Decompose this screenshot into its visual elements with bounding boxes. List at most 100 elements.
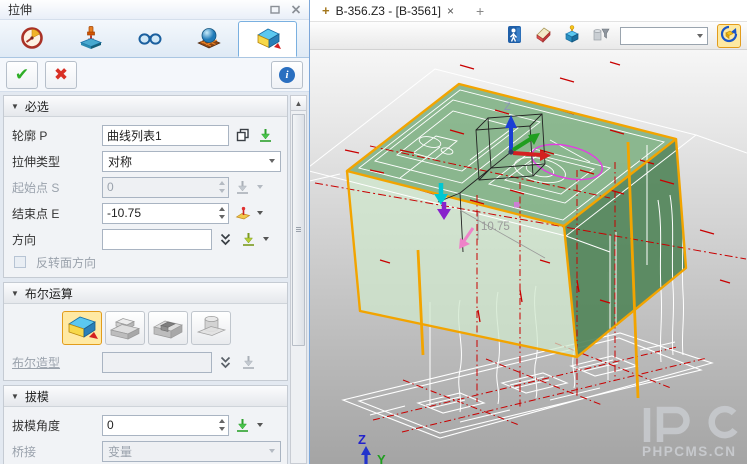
end-point-input[interactable] xyxy=(102,203,229,224)
ok-button[interactable]: ✔ xyxy=(6,61,38,89)
direction-caret-icon[interactable] xyxy=(263,237,269,241)
tab-sphere[interactable] xyxy=(179,21,238,57)
start-point-spinner xyxy=(102,177,229,198)
triad-y-label: Y xyxy=(377,452,386,464)
exit-button[interactable] xyxy=(504,26,524,46)
pin-box-button[interactable] xyxy=(562,26,582,46)
collapse-icon: ▼ xyxy=(11,102,19,111)
start-point-input[interactable] xyxy=(102,177,229,198)
chevron-down-icon xyxy=(269,449,275,453)
draft-angle-row: 拔模角度 xyxy=(12,412,281,438)
boolean-remove-button[interactable] xyxy=(148,311,188,345)
double-chevron-icon[interactable] xyxy=(216,230,235,249)
view-filter-combobox[interactable] xyxy=(620,27,708,45)
pick-profile-icon[interactable] xyxy=(256,126,275,145)
section-required-header[interactable]: ▼ 必选 xyxy=(4,96,287,117)
boolean-add-button[interactable] xyxy=(105,311,145,345)
viewport: + B-356.Z3 - [B-3561] × + xyxy=(310,0,747,464)
glasses-icon xyxy=(137,25,163,54)
tab-glasses[interactable] xyxy=(120,21,179,57)
filter-button[interactable] xyxy=(591,26,611,46)
draft-angle-label: 拔模角度 xyxy=(12,417,98,434)
direction-label: 方向 xyxy=(12,231,98,248)
profile-row: 轮廓 P xyxy=(12,122,281,148)
document-tab-title: B-356.Z3 - [B-3561] xyxy=(336,4,441,18)
tab-stamp[interactable] xyxy=(61,21,120,57)
cancel-button[interactable]: ✖ xyxy=(45,61,77,89)
double-chevron-icon[interactable] xyxy=(216,353,235,372)
base-op-icon xyxy=(65,313,99,344)
info-icon: i xyxy=(279,67,295,83)
extrude-type-row: 拉伸类型 对称 xyxy=(12,148,281,174)
viewport-toolbar xyxy=(310,22,747,50)
info-button[interactable]: i xyxy=(271,61,303,89)
end-spin-arrows[interactable] xyxy=(216,204,228,223)
view-orient-button[interactable] xyxy=(717,24,741,48)
section-draft-header[interactable]: ▼ 拔模 xyxy=(4,386,287,407)
start-point-row: 起始点 S xyxy=(12,174,281,200)
exit-icon xyxy=(506,25,523,47)
boolean-intersect-button[interactable] xyxy=(191,311,231,345)
sphere-icon xyxy=(196,25,222,54)
scrollbar-thumb[interactable] xyxy=(292,114,305,346)
end-point-label: 结束点 E xyxy=(12,205,98,222)
draft-angle-input[interactable] xyxy=(102,415,229,436)
pick-direction-icon[interactable] xyxy=(239,230,258,249)
view-orient-icon xyxy=(720,25,738,46)
extrude-dialog: 拉伸 xyxy=(0,0,310,464)
tab-close-icon[interactable]: × xyxy=(447,4,454,18)
triad-z-label: Z xyxy=(358,432,366,447)
dialog-titlebar: 拉伸 xyxy=(0,0,309,20)
flip-face-checkbox[interactable] xyxy=(14,256,26,268)
flip-face-row: 反转面方向 xyxy=(12,252,281,272)
erase-button[interactable] xyxy=(533,26,553,46)
profile-input[interactable] xyxy=(102,125,229,146)
pink-handle-square[interactable] xyxy=(514,202,520,208)
point-on-plane-icon[interactable] xyxy=(233,204,252,223)
direction-input[interactable] xyxy=(102,229,212,250)
section-required-title: 必选 xyxy=(25,98,49,115)
watermark-text: PHPCMS.CN xyxy=(642,444,737,459)
section-required: ▼ 必选 轮廓 P xyxy=(3,95,288,278)
extrude-type-select[interactable]: 对称 xyxy=(102,151,281,172)
scrollbar-up-button[interactable]: ▲ xyxy=(291,96,306,111)
pick-draft-icon[interactable] xyxy=(233,416,252,435)
dimension-text: 10.75 xyxy=(481,221,510,233)
form-scrollbar[interactable]: ▲ xyxy=(290,95,307,464)
tab-extrude[interactable] xyxy=(238,21,297,57)
document-tab-bar: + B-356.Z3 - [B-3561] × + xyxy=(310,0,747,22)
flip-face-label: 反转面方向 xyxy=(36,254,96,271)
draft-caret-icon[interactable] xyxy=(257,423,263,427)
tab-pin-icon[interactable]: + xyxy=(322,3,330,18)
start-spin-arrows[interactable] xyxy=(216,178,228,197)
document-tab-active[interactable]: + B-356.Z3 - [B-3561] × xyxy=(310,0,464,22)
dialog-title: 拉伸 xyxy=(8,1,263,18)
bridge-label: 桥接 xyxy=(12,443,98,460)
boolean-shape-label[interactable]: 布尔造型 xyxy=(12,354,98,371)
eraser-icon xyxy=(534,25,552,46)
new-tab-button[interactable]: + xyxy=(464,3,496,19)
boolean-base-button[interactable] xyxy=(62,311,102,345)
app-window: 拉伸 xyxy=(0,0,747,464)
section-required-body: 轮廓 P 拉伸类型 xyxy=(4,117,287,277)
dialog-action-row: ✔ ✖ i xyxy=(0,58,309,92)
section-boolean-header[interactable]: ▼ 布尔运算 xyxy=(4,283,287,304)
model-canvas[interactable]: Z xyxy=(310,50,747,464)
stamp-icon xyxy=(78,25,104,54)
window-close-button[interactable] xyxy=(287,3,305,17)
scene-3d: Z xyxy=(310,50,747,464)
manipulator-axis-label: Z xyxy=(504,101,511,113)
end-caret-icon[interactable] xyxy=(257,211,263,215)
bridge-select[interactable]: 变量 xyxy=(102,441,281,462)
ok-check-icon: ✔ xyxy=(15,65,29,85)
window-restore-button[interactable] xyxy=(266,3,284,17)
boolean-op-buttons xyxy=(12,309,281,349)
remove-op-icon xyxy=(151,313,185,344)
copy-icon[interactable] xyxy=(233,126,252,145)
draft-spin-arrows[interactable] xyxy=(216,416,228,435)
boolean-shape-input[interactable] xyxy=(102,352,212,373)
scroll-up-icon: ▲ xyxy=(295,99,303,108)
x-axis-arrow[interactable] xyxy=(513,153,542,155)
tab-gauge[interactable] xyxy=(2,21,61,57)
section-draft: ▼ 拔模 拔模角度 xyxy=(3,385,288,464)
